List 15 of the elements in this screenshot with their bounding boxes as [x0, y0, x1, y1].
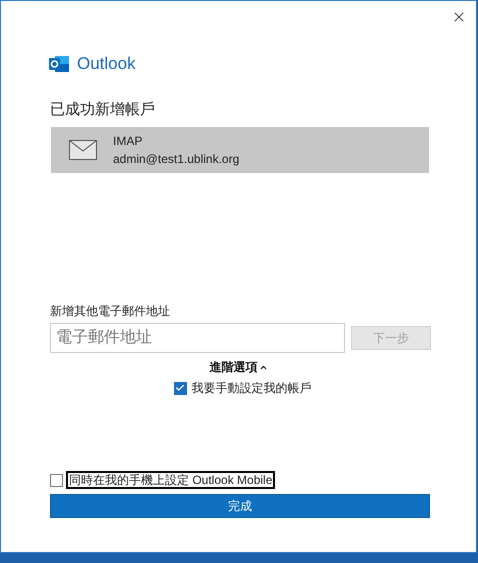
finish-button[interactable]: 完成: [50, 494, 430, 518]
outlook-logo-icon: [49, 54, 70, 73]
checkbox[interactable]: [50, 474, 63, 486]
add-email-label: 新增其他電子郵件地址: [50, 304, 171, 318]
check-icon: [175, 383, 185, 393]
account-email: admin@test1.ublink.org: [113, 152, 240, 166]
checkbox[interactable]: [174, 382, 186, 394]
manual-setup-label: 我要手動設定我的帳戶: [192, 380, 312, 396]
envelope-icon: [69, 140, 97, 160]
account-type: IMAP: [113, 134, 144, 148]
advanced-options-toggle[interactable]: 進階選項: [210, 359, 268, 375]
email-field[interactable]: 電子郵件地址: [50, 323, 345, 353]
app-name: Outlook: [77, 53, 136, 75]
mobile-setup-label: 同時在我的手機上設定 Outlook Mobile: [66, 471, 276, 489]
heading: 已成功新增帳戶: [50, 100, 156, 120]
